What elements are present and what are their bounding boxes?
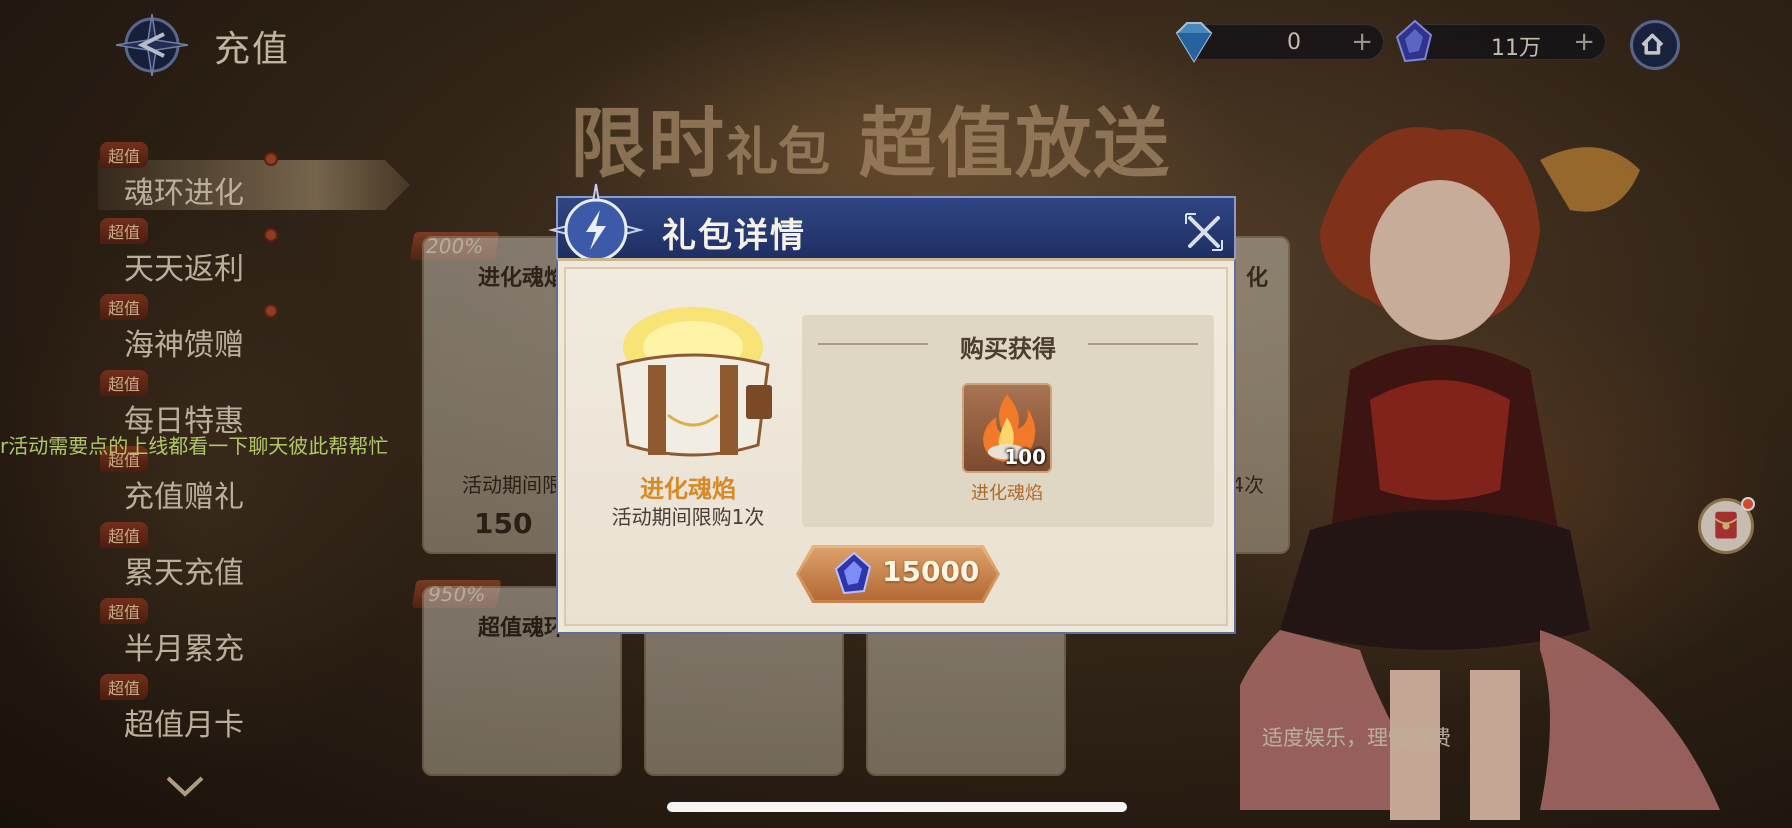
crystal-icon	[834, 551, 872, 595]
item-name: 进化魂焰	[640, 474, 736, 503]
divider	[1088, 343, 1198, 345]
reward-count: 100	[1004, 445, 1046, 469]
reward-item-slot[interactable]: 100	[962, 383, 1052, 473]
reward-panel: 购买获得 100 进化魂焰	[802, 315, 1214, 527]
home-indicator[interactable]	[667, 802, 1127, 812]
item-purchase-limit: 活动期间限购1次	[611, 505, 765, 529]
treasure-bag-icon	[616, 307, 772, 457]
close-icon[interactable]	[1182, 210, 1226, 254]
buy-button[interactable]: 15000	[796, 545, 1000, 603]
buy-price: 15000	[882, 555, 980, 588]
dialog-body: 进化魂焰 活动期间限购1次 购买获得 100 进化魂焰 15000	[556, 258, 1236, 634]
reward-name: 进化魂焰	[971, 483, 1043, 504]
reward-header: 购买获得	[960, 335, 1056, 363]
dialog-title: 礼包详情	[662, 216, 806, 256]
pack-details-dialog: 礼包详情 进化魂焰 活动期间限购1次 购买获得 100 进化魂焰 15000	[548, 183, 1236, 634]
dialog-header: 礼包详情	[556, 196, 1236, 258]
